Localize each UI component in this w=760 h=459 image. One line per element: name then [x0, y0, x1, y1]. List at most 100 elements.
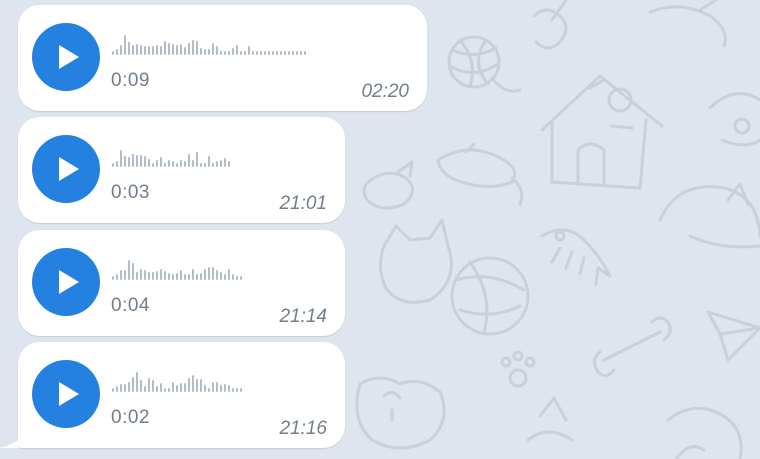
- audio-waveform[interactable]: [112, 143, 230, 167]
- paw-icon: [500, 350, 536, 388]
- waveform-bar: [224, 274, 226, 280]
- waveform-bar: [188, 274, 190, 280]
- waveform-bar: [152, 272, 154, 280]
- waveform-bar: [176, 45, 178, 55]
- play-icon[interactable]: [32, 135, 100, 203]
- voice-duration: 0:09: [111, 70, 150, 91]
- waveform-bar: [132, 377, 134, 392]
- play-icon[interactable]: [32, 360, 100, 428]
- waveform-bar: [196, 379, 198, 392]
- cat-icon: [532, 0, 727, 50]
- audio-waveform[interactable]: [112, 368, 242, 392]
- voice-message-bubble: 0:03 21:01: [18, 117, 345, 223]
- waveform-bar: [124, 156, 126, 167]
- waveform-bar: [168, 160, 170, 167]
- waveform-bar: [152, 163, 154, 167]
- waveform-bar: [144, 156, 146, 167]
- waveform-bar: [112, 51, 114, 55]
- waveform-bar: [112, 388, 114, 392]
- cat-icon: [379, 218, 530, 336]
- waveform-bar: [184, 161, 186, 167]
- waveform-bar: [164, 41, 166, 55]
- waveform-bar: [160, 269, 162, 280]
- waveform-bar: [200, 163, 202, 167]
- audio-waveform[interactable]: [112, 31, 306, 55]
- message-time: 21:16: [279, 418, 327, 439]
- waveform-bar: [160, 157, 162, 167]
- waveform-bar: [236, 45, 238, 55]
- waveform-bar: [196, 152, 198, 167]
- fish-skeleton-icon: [540, 228, 612, 286]
- waveform-bar: [220, 51, 222, 55]
- waveform-bar: [204, 385, 206, 392]
- waveform-bar: [256, 51, 258, 55]
- waveform-bar: [172, 274, 174, 280]
- waveform-bar: [188, 378, 190, 392]
- waveform-bar: [284, 51, 286, 55]
- mouse-icon: [436, 142, 524, 206]
- waveform-bar: [208, 49, 210, 55]
- message-time: 21:14: [279, 306, 327, 327]
- waveform-bar: [136, 272, 138, 280]
- voice-duration: 0:03: [111, 182, 150, 203]
- waveform-bar: [152, 46, 154, 55]
- waveform-bar: [160, 46, 162, 55]
- bone-icon: [593, 316, 672, 377]
- waveform-bar: [192, 40, 194, 55]
- waveform-bar: [164, 388, 166, 392]
- waveform-bar: [260, 51, 262, 55]
- waveform-bar: [232, 388, 234, 392]
- waveform-bar: [304, 51, 306, 55]
- play-icon[interactable]: [32, 23, 100, 91]
- waveform-bar: [148, 159, 150, 167]
- waveform-bar: [168, 43, 170, 55]
- waveform-bar: [228, 51, 230, 55]
- waveform-bar: [116, 386, 118, 392]
- waveform-bar: [128, 42, 130, 55]
- waveform-bar: [128, 157, 130, 167]
- waveform-bar: [264, 51, 266, 55]
- voice-message-bubble: 0:02 21:16: [18, 342, 345, 448]
- bird-icon: [362, 160, 414, 210]
- waveform-bar: [200, 273, 202, 280]
- waveform-bar: [116, 49, 118, 55]
- waveform-bar: [160, 383, 162, 392]
- waveform-bar: [120, 150, 122, 167]
- waveform-bar: [276, 51, 278, 55]
- waveform-bar: [200, 48, 202, 55]
- waveform-bar: [172, 382, 174, 392]
- waveform-bar: [240, 51, 242, 55]
- audio-waveform[interactable]: [112, 256, 242, 280]
- waveform-bar: [116, 274, 118, 280]
- waveform-bar: [116, 161, 118, 167]
- waveform-bar: [216, 46, 218, 55]
- waveform-bar: [248, 46, 250, 55]
- waveform-bar: [244, 51, 246, 55]
- waveform-bar: [224, 51, 226, 55]
- waveform-bar: [120, 270, 122, 280]
- message-time: 02:20: [361, 81, 409, 102]
- waveform-bar: [112, 163, 114, 167]
- waveform-bar: [204, 269, 206, 280]
- waveform-bar: [132, 263, 134, 280]
- waveform-bar: [236, 388, 238, 392]
- waveform-bar: [224, 384, 226, 392]
- waveform-bar: [216, 382, 218, 392]
- waveform-bar: [208, 267, 210, 280]
- waveform-bar: [180, 44, 182, 55]
- waveform-bar: [124, 270, 126, 280]
- waveform-bar: [140, 269, 142, 280]
- waveform-bar: [148, 378, 150, 392]
- voice-duration: 0:04: [111, 295, 150, 316]
- waveform-bar: [220, 160, 222, 167]
- voice-duration: 0:02: [111, 407, 150, 428]
- waveform-bar: [184, 274, 186, 280]
- waveform-bar: [188, 154, 190, 167]
- waveform-bar: [208, 156, 210, 167]
- waveform-bar: [292, 51, 294, 55]
- voice-message-bubble: 0:04 21:14: [18, 230, 345, 336]
- waveform-bar: [228, 269, 230, 280]
- waveform-bar: [232, 48, 234, 55]
- play-icon[interactable]: [32, 248, 100, 316]
- waveform-bar: [148, 46, 150, 55]
